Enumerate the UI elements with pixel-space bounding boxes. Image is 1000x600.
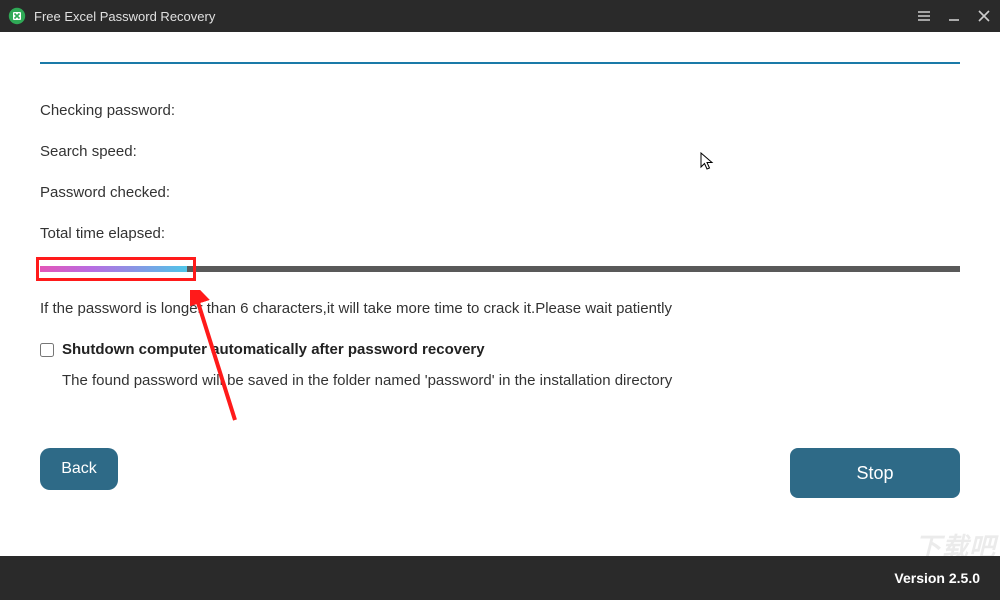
button-row: Back Stop — [40, 448, 960, 498]
minimize-icon[interactable] — [946, 8, 962, 24]
progress-fill — [40, 266, 187, 272]
app-icon — [8, 7, 26, 25]
close-icon[interactable] — [976, 8, 992, 24]
search-speed-label: Search speed: — [40, 143, 137, 160]
window-controls — [916, 8, 992, 24]
version-label: Version 2.5.0 — [894, 570, 980, 586]
time-elapsed-label: Total time elapsed: — [40, 225, 165, 242]
shutdown-checkbox-label: Shutdown computer automatically after pa… — [62, 341, 485, 358]
search-speed-row: Search speed: — [40, 143, 960, 160]
checking-password-row: Checking password: — [40, 102, 960, 119]
progress-bar — [40, 266, 960, 272]
password-checked-label: Password checked: — [40, 184, 170, 201]
checking-password-label: Checking password: — [40, 102, 175, 119]
progress-track — [40, 266, 960, 272]
stop-button[interactable]: Stop — [790, 448, 960, 498]
main-content: Checking password: Search speed: Passwor… — [0, 62, 1000, 389]
titlebar: Free Excel Password Recovery — [0, 0, 1000, 32]
shutdown-checkbox-row: Shutdown computer automatically after pa… — [40, 341, 960, 358]
password-checked-row: Password checked: — [40, 184, 960, 201]
shutdown-checkbox[interactable] — [40, 343, 54, 357]
menu-icon[interactable] — [916, 8, 932, 24]
app-title: Free Excel Password Recovery — [34, 9, 916, 24]
wait-note: If the password is longer than 6 charact… — [40, 300, 960, 317]
footer: Version 2.5.0 — [0, 556, 1000, 600]
back-button[interactable]: Back — [40, 448, 118, 490]
time-elapsed-row: Total time elapsed: — [40, 225, 960, 242]
divider-line — [40, 62, 960, 64]
save-location-note: The found password will be saved in the … — [62, 372, 960, 389]
